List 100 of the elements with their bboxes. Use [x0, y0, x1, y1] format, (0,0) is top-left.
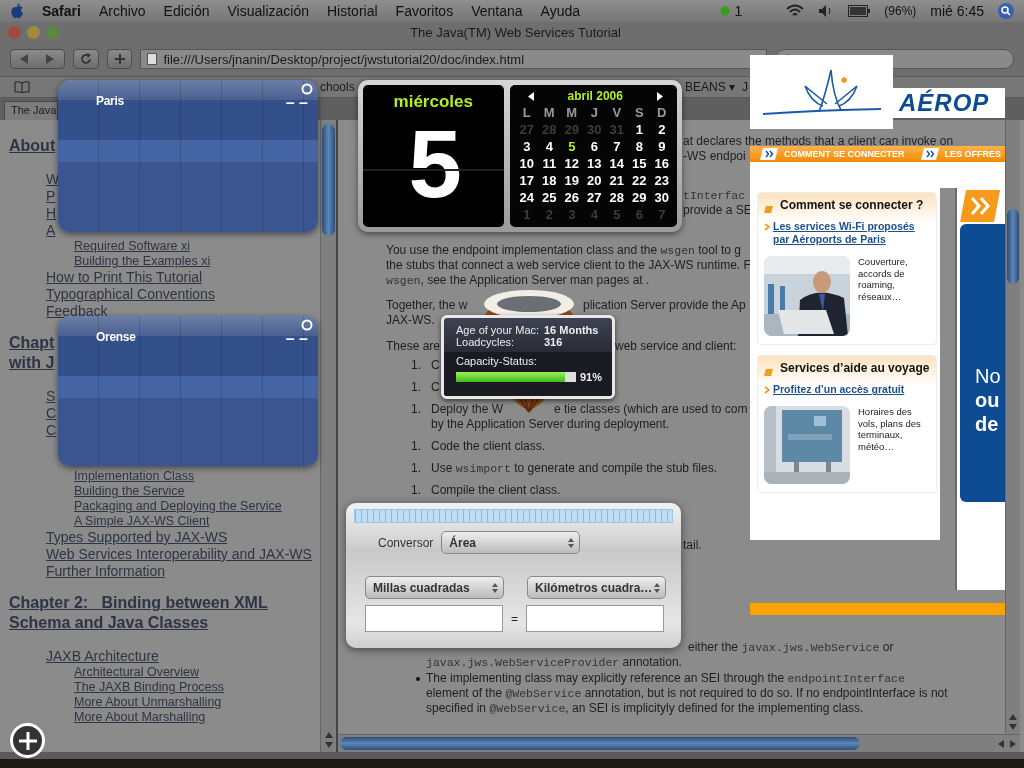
- menu-clock[interactable]: mié 6:45: [930, 3, 984, 19]
- menu-item[interactable]: Ventana: [471, 3, 523, 19]
- menu-item[interactable]: Visualización: [227, 3, 309, 19]
- apple-logo-icon[interactable]: [10, 3, 24, 19]
- info-icon[interactable]: [301, 83, 313, 95]
- toc-sublink[interactable]: More About Unmarshalling: [74, 695, 222, 710]
- toc-sublink[interactable]: Packaging and Deploying the Service: [74, 499, 282, 514]
- body-text: You use the endpoint implementation class and the wsgen tool to g: [386, 243, 741, 258]
- weather-widget[interactable]: Paris – –: [58, 80, 318, 232]
- scroll-left-icon[interactable]: [998, 739, 1004, 748]
- toc-sublink[interactable]: The JAXB Binding Process: [74, 680, 225, 695]
- book-icon[interactable]: [14, 81, 30, 93]
- weekday-letter: J: [590, 104, 598, 121]
- status-count[interactable]: 1: [734, 3, 743, 19]
- back-forward-button[interactable]: [10, 49, 65, 69]
- card-link[interactable]: Les services Wi-Fi proposés par Aéroports de Paris: [773, 220, 930, 247]
- list-number: 1.: [411, 461, 422, 476]
- body-text: e tie classes (which are used to com: [554, 402, 748, 417]
- plus-icon: [113, 53, 126, 65]
- menu-item[interactable]: Ayuda: [540, 3, 580, 19]
- calendar-day: 1: [635, 121, 643, 138]
- scroll-right-icon[interactable]: [1010, 739, 1016, 748]
- horizontal-scrollbar[interactable]: [338, 734, 1020, 752]
- toc-link[interactable]: W: [46, 171, 60, 188]
- toc-link[interactable]: Further Information: [46, 563, 166, 580]
- search-icon[interactable]: [998, 3, 1014, 19]
- toc-link[interactable]: JAXB Architecture: [46, 648, 159, 665]
- scroll-thumb[interactable]: [1007, 209, 1019, 284]
- previous-month-icon[interactable]: [527, 91, 534, 101]
- tag-icon: [764, 369, 773, 377]
- calendar-day: 9: [658, 138, 666, 155]
- bookmark[interactable]: chools: [320, 80, 355, 94]
- toc-sublink[interactable]: A Simple JAX-WS Client: [74, 514, 210, 529]
- scroll-up-icon[interactable]: [324, 732, 333, 738]
- category-select[interactable]: Área: [441, 531, 581, 554]
- toc-link[interactable]: C: [46, 405, 57, 422]
- calendar-day: 18: [542, 172, 557, 189]
- weather-widget[interactable]: Orense – –: [58, 316, 318, 466]
- temperature: – –: [285, 96, 308, 110]
- toc-link[interactable]: A: [46, 222, 56, 239]
- toc-link[interactable]: C: [46, 422, 57, 439]
- card-link[interactable]: Profitez d’un accès gratuit: [773, 383, 905, 397]
- calendar-day: 20: [587, 172, 602, 189]
- scroll-thumb[interactable]: [340, 737, 860, 750]
- reload-button[interactable]: [72, 49, 99, 69]
- toc-link[interactable]: Types Supported by JAX-WS: [46, 529, 228, 546]
- info-icon[interactable]: [301, 319, 313, 331]
- page-icon: [147, 53, 158, 65]
- body-text: at declares the methods that a client can invoke on: [683, 134, 954, 149]
- wifi-icon[interactable]: [786, 4, 805, 18]
- weekday-letter: S: [634, 104, 644, 121]
- list-number: 1.: [411, 483, 422, 498]
- scrollbar[interactable]: [1005, 120, 1020, 734]
- city-name: Orense: [96, 330, 136, 344]
- value-field[interactable]: [526, 605, 664, 632]
- unit-select[interactable]: Millas cuadradas: [365, 576, 504, 599]
- toc-sublink[interactable]: Implementation Class: [74, 469, 195, 484]
- toc-sublink[interactable]: Required Software xi: [74, 239, 191, 254]
- toc-sublink[interactable]: Building the Service: [74, 484, 185, 499]
- scrollbar[interactable]: [320, 120, 336, 752]
- next-month-icon[interactable]: [657, 91, 663, 101]
- toc-sublink[interactable]: More About Marshalling: [74, 710, 206, 725]
- scroll-down-icon[interactable]: [324, 742, 333, 748]
- menu-item[interactable]: Archivo: [98, 3, 146, 19]
- battery-icon[interactable]: [848, 5, 871, 17]
- bookmark[interactable]: BEANS ▾: [685, 80, 735, 94]
- menu-item[interactable]: Edición: [163, 3, 210, 19]
- calendar-day: 12: [564, 155, 579, 172]
- calendar-day: 8: [635, 138, 643, 155]
- toc-link[interactable]: H: [46, 205, 57, 222]
- chapter-link[interactable]: About: [9, 136, 56, 156]
- body-text: wsgen, see the Application Server man pages at .: [386, 273, 650, 288]
- unit-select[interactable]: Kilómetros cuadra…: [527, 576, 666, 599]
- menu-item[interactable]: Favoritos: [395, 3, 454, 19]
- body-text: element of the @WebService annotation, but is not required to do so. If no endpointInterface is not: [426, 686, 948, 701]
- browser-tab[interactable]: The Java: [4, 101, 59, 120]
- scroll-up-icon[interactable]: [1009, 714, 1017, 720]
- menu-item[interactable]: Historial: [327, 3, 378, 19]
- chapter-link[interactable]: Chapt with J: [9, 333, 55, 373]
- calendar-day: 22: [632, 172, 647, 189]
- toc-link[interactable]: How to Print This Tutorial: [46, 269, 203, 286]
- toc-link[interactable]: Typographical Conventions: [46, 286, 215, 303]
- bookmark[interactable]: J: [742, 80, 748, 94]
- toc-link[interactable]: S: [46, 388, 56, 405]
- nav-link[interactable]: LES OFFRES: [944, 149, 1002, 160]
- toc-link[interactable]: Web Services Interoperability and JAX-WS: [46, 546, 312, 563]
- scroll-down-icon[interactable]: [1009, 724, 1017, 730]
- scroll-thumb[interactable]: [322, 124, 335, 236]
- add-bookmark-button[interactable]: [106, 49, 133, 69]
- toc-sublink[interactable]: Architectural Overview: [74, 665, 200, 680]
- toc-link[interactable]: P: [46, 188, 56, 205]
- calendar-day: 26: [564, 189, 579, 206]
- value-field[interactable]: [365, 605, 503, 632]
- chapter-link[interactable]: Chapter 2: Binding between XML Schema and Java Classes: [9, 593, 268, 633]
- calendar-day: 16: [654, 155, 669, 172]
- nav-link[interactable]: COMMENT SE CONNECTER: [784, 149, 905, 160]
- address-field[interactable]: file:///Users/jnanin/Desktop/project/jwstutorial20/doc/index.html: [140, 49, 768, 69]
- body-text: by the Application Server during deployment.: [431, 417, 670, 432]
- toc-sublink[interactable]: Building the Examples xi: [74, 254, 211, 269]
- menu-item[interactable]: Safari: [42, 3, 81, 19]
